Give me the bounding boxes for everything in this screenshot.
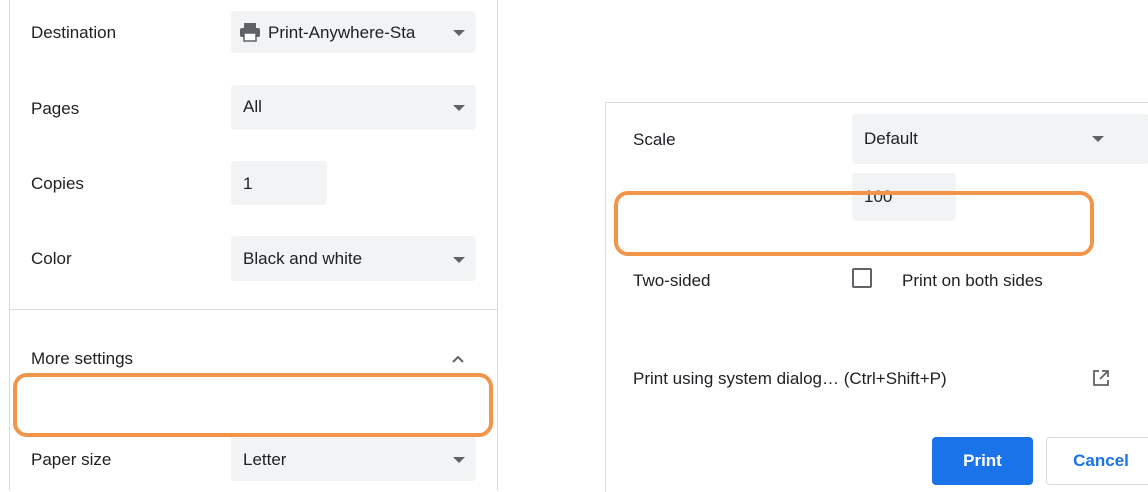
highlight-box-right	[614, 191, 1094, 256]
chevron-down-icon	[453, 257, 465, 263]
print-settings-panel-right: Scale Default 100 Two-sided Print on bot…	[605, 102, 1148, 492]
pages-value: All	[243, 97, 262, 116]
color-label: Color	[31, 249, 72, 268]
chevron-up-icon	[451, 351, 465, 363]
chevron-down-icon	[453, 457, 465, 463]
section-divider	[10, 309, 497, 310]
destination-label: Destination	[31, 23, 117, 42]
chevron-down-icon	[453, 105, 465, 111]
print-button[interactable]: Print	[932, 437, 1033, 485]
printer-icon	[239, 22, 261, 42]
scale-select[interactable]: Default	[852, 114, 1148, 164]
chevron-down-icon	[453, 30, 465, 36]
color-value: Black and white	[243, 249, 363, 268]
print-both-sides-label[interactable]: Print on both sides	[902, 271, 1043, 291]
pages-select[interactable]: All	[231, 85, 476, 130]
scale-label: Scale	[633, 130, 676, 149]
pages-label: Pages	[31, 99, 80, 118]
system-dialog-label: Print using system dialog… (Ctrl+Shift+P…	[633, 369, 947, 388]
cancel-button[interactable]: Cancel	[1046, 437, 1148, 485]
paper-size-label: Paper size	[31, 450, 112, 469]
copies-label: Copies	[31, 174, 84, 193]
paper-size-select[interactable]: Letter	[231, 436, 476, 481]
open-external-icon	[1092, 369, 1110, 387]
scale-value: Default	[864, 129, 918, 148]
system-dialog-link[interactable]: Print using system dialog… (Ctrl+Shift+P…	[606, 358, 1148, 398]
destination-select[interactable]: Print-Anywhere-Sta	[231, 11, 476, 53]
more-settings-label: More settings	[31, 349, 134, 368]
chevron-down-icon	[1092, 136, 1104, 142]
highlight-box-left	[13, 373, 493, 437]
paper-size-value: Letter	[243, 450, 287, 469]
copies-input[interactable]: 1	[231, 161, 327, 205]
print-both-sides-checkbox[interactable]	[852, 268, 872, 288]
color-select[interactable]: Black and white	[231, 236, 476, 281]
copies-value: 1	[243, 174, 253, 193]
two-sided-label: Two-sided	[633, 271, 711, 290]
destination-value: Print-Anywhere-Sta	[268, 23, 416, 42]
